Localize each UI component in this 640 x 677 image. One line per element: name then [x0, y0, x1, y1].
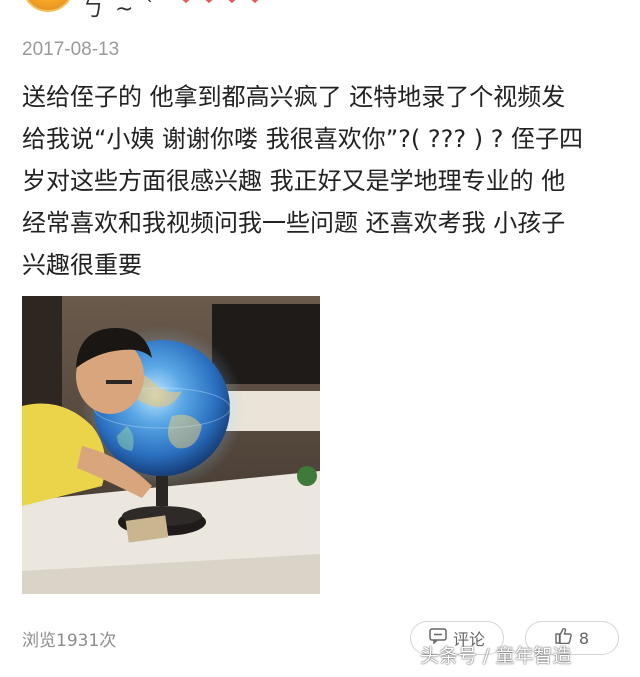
photo-illustration [22, 296, 320, 594]
heart-icon: ❤ [178, 0, 197, 9]
username[interactable]: ㄅ ~ ˋ [82, 0, 157, 22]
heart-icon: ❤ [224, 0, 243, 9]
badge-hearts: ❤ ❤ ❤ ❤ [178, 0, 266, 10]
post-date: 2017-08-13 [22, 39, 120, 60]
post-line: 岁对这些方面很感兴趣 我正好又是学地理专业的 他 [22, 167, 566, 195]
user-header: ㄅ ~ ˋ ❤ ❤ ❤ ❤ [0, 0, 640, 22]
heart-icon: ❤ [247, 0, 266, 9]
post-line: 给我说“小姨 谢谢你喽 我很喜欢你”?( ??? ) ? 侄子四 [22, 125, 584, 153]
view-count: 浏览1931次 [22, 631, 117, 651]
like-count: 8 [578, 628, 590, 648]
post-line: 经常喜欢和我视频问我一些问题 还喜欢考我 小孩子 [22, 209, 566, 237]
avatar[interactable] [22, 0, 74, 12]
watermark: 头条号 / 童年智造 [420, 645, 572, 667]
post-line: 送给侄子的 他拿到都高兴疯了 还特地录了个视频发 [22, 83, 566, 111]
post-body: 送给侄子的 他拿到都高兴疯了 还特地录了个视频发 给我说“小姨 谢谢你喽 我很喜… [22, 76, 622, 286]
heart-icon: ❤ [201, 0, 220, 9]
post-line: 兴趣很重要 [22, 251, 142, 279]
post-photo[interactable] [22, 296, 320, 594]
